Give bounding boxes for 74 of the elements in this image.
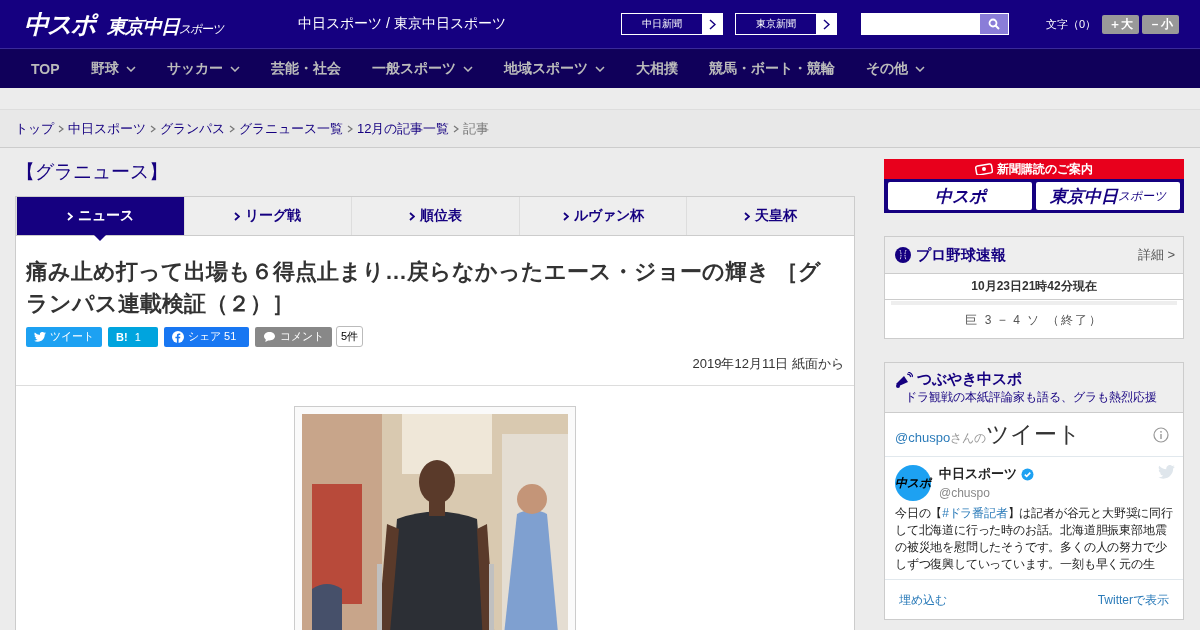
- account-handle: @chuspo: [939, 486, 991, 500]
- bird-icon: [1158, 465, 1175, 479]
- chevron-right-icon: [453, 124, 460, 133]
- chevron-right-icon: [708, 18, 716, 30]
- chevron-right-icon: [562, 211, 569, 221]
- comment-count: 5件: [336, 326, 364, 347]
- nav-item[interactable]: 大相撲: [635, 59, 678, 78]
- search-icon: [988, 18, 1000, 30]
- panel-subtitle: ドラ観戦の本紙評論家も語る、グラも熱烈応援: [905, 389, 1158, 406]
- panel-title: つぶやき中スポ: [917, 370, 1022, 389]
- nav-item[interactable]: サッカー: [166, 59, 240, 78]
- tweet-text: 今日の【#ドラ番記者】は記者が谷元と大野奨に同行して北海道に行った時のお話。北海道胆振東部地震の被災地を慰問したそうです。多くの人の努力で少しずつ復興していっています。一刻も早く元の生: [895, 505, 1174, 573]
- facebook-icon: [172, 330, 184, 343]
- chevron-right-icon: [229, 124, 235, 133]
- chevron-right-icon: [58, 124, 64, 133]
- speech-bubble-icon: [263, 330, 276, 343]
- chevron-down-icon: [462, 65, 473, 72]
- chevron-right-icon: [822, 18, 830, 30]
- subscription-banner[interactable]: 新聞購読のご案内 中スポ 東京中日スポーツ: [884, 159, 1184, 213]
- panel-title: プロ野球速報: [916, 245, 1006, 265]
- chevron-right-icon: [234, 211, 241, 221]
- breadcrumb-item[interactable]: グランパス: [160, 119, 225, 138]
- chevron-down-icon: [914, 65, 925, 72]
- chevron-right-icon: [409, 211, 415, 221]
- chevron-right-icon: [66, 211, 73, 221]
- bird-icon: [34, 331, 46, 342]
- hashtag-link[interactable]: #ドラ番記者: [942, 506, 1008, 520]
- breadcrumb-item[interactable]: 12月の記事一覧: [357, 119, 450, 138]
- comment-button[interactable]: コメント: [255, 326, 332, 347]
- search-field[interactable]: [861, 13, 1009, 35]
- chevron-down-icon: [125, 65, 136, 72]
- nav-item[interactable]: TOP: [31, 60, 60, 77]
- chevron-down-icon: [594, 65, 605, 72]
- chevron-down-icon: [229, 65, 240, 72]
- timeline-heading: @chuspoさんのツイート: [895, 420, 1082, 449]
- baseball-icon: [895, 247, 911, 263]
- embed-link[interactable]: 埋め込む: [899, 592, 947, 609]
- chevron-right-icon: [150, 124, 156, 133]
- newspaper-logo[interactable]: 中スポ: [888, 182, 1032, 210]
- megaphone-icon: [895, 371, 913, 388]
- nav-item[interactable]: 一般スポーツ: [371, 59, 473, 78]
- ticket-icon: [975, 163, 993, 175]
- nav-item[interactable]: 芸能・社会: [270, 59, 341, 78]
- nav-item[interactable]: その他: [865, 59, 925, 78]
- tab-pointer-icon: [94, 235, 107, 241]
- avatar[interactable]: 中スポ: [895, 465, 931, 501]
- breadcrumb-item[interactable]: トップ: [15, 119, 54, 138]
- newspaper-link[interactable]: 東京新聞: [735, 13, 837, 35]
- info-icon[interactable]: [1153, 426, 1169, 443]
- banner-title: 新聞購読のご案内: [997, 160, 1093, 178]
- nav-item[interactable]: 地域スポーツ: [503, 59, 605, 78]
- view-on-twitter-link[interactable]: Twitterで表示: [1097, 592, 1169, 609]
- article-date: 2019年12月11日 紙面から: [16, 347, 854, 386]
- search-button[interactable]: [980, 14, 1008, 34]
- breadcrumb-item[interactable]: グラニュース一覧: [239, 119, 343, 138]
- details-link[interactable]: 詳細 >: [1137, 246, 1175, 264]
- verified-badge-icon: [1021, 467, 1034, 481]
- chevron-right-icon: [744, 211, 751, 221]
- site-title: 中日スポーツ / 東京中日スポーツ: [298, 15, 507, 33]
- nav-item[interactable]: 野球: [90, 59, 136, 78]
- facebook-share-button[interactable]: シェア 51: [164, 326, 249, 347]
- breadcrumb-item[interactable]: 記事: [463, 119, 490, 138]
- nav-item[interactable]: 競馬・ボート・競輪: [708, 59, 835, 78]
- update-time: 10月23日21時42分現在: [885, 274, 1183, 300]
- article-title: 痛み止め打って出場も６得点止まり…戻らなかったエース・ジョーの輝き ［グランパス連載検証（２）］: [26, 258, 823, 318]
- game-score[interactable]: 巨 3 − 4 ソ （終了）: [891, 301, 1177, 338]
- newspaper-logo[interactable]: 東京中日スポーツ: [1036, 182, 1180, 210]
- site-logo[interactable]: 東京中日スポーツ: [107, 13, 223, 40]
- section-title: 【グラニュース】: [16, 160, 169, 184]
- account-name[interactable]: 中日スポーツ: [939, 465, 1034, 483]
- newspaper-link[interactable]: 中日新聞: [621, 13, 723, 35]
- chevron-right-icon: [347, 124, 353, 133]
- breadcrumb-item[interactable]: 中日スポーツ: [68, 119, 146, 138]
- font-size-label: 文字（0）: [1046, 16, 1097, 32]
